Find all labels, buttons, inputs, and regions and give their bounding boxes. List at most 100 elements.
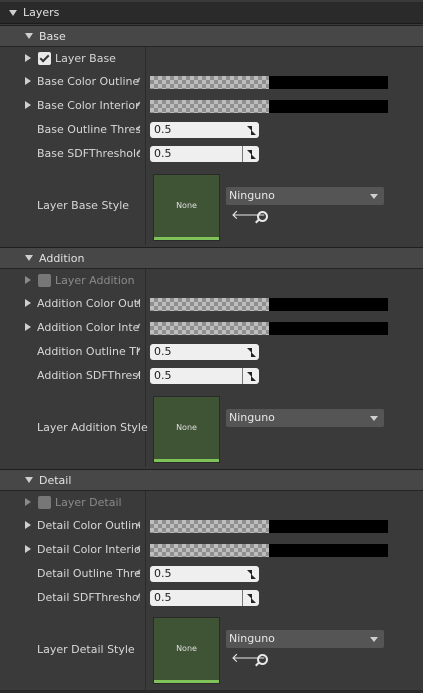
base-color-outline-row: Base Color Outline ⸙ xyxy=(0,70,423,94)
layers-title: Layers xyxy=(23,6,60,19)
expand-triangle-icon[interactable] xyxy=(25,323,31,331)
detail-outline-threshold-label: Detail Outline Threshold xyxy=(37,567,140,580)
reset-arrow-icon[interactable]: ⸙ xyxy=(135,544,144,555)
resize-arrow-icon xyxy=(246,569,256,579)
reset-arrow-icon[interactable]: ⸙ xyxy=(135,592,144,603)
detail-outline-threshold-row: Detail Outline Threshold ⸙ 0.5 xyxy=(0,562,423,586)
reset-arrow-icon[interactable]: ⸙ xyxy=(135,520,144,531)
reset-arrow-icon[interactable]: ⸙ xyxy=(135,124,144,135)
layer-base-checkbox[interactable] xyxy=(38,52,51,65)
chevron-down-icon xyxy=(370,194,378,199)
collapse-triangle-icon xyxy=(25,255,33,261)
left-arrow-icon[interactable]: 🡐 xyxy=(231,209,266,223)
addition-outline-threshold-row: Addition Outline Threshold ⸙ 0.5 xyxy=(0,340,423,364)
reset-arrow-icon[interactable]: ⸙ xyxy=(135,322,144,333)
search-icon[interactable] xyxy=(255,653,269,667)
chevron-down-icon xyxy=(370,637,378,642)
base-outline-threshold-input[interactable]: 0.5 xyxy=(150,122,259,138)
layer-base-style-label: Layer Base Style xyxy=(37,199,130,212)
layer-addition-label: Layer Addition xyxy=(55,274,135,287)
addition-outline-threshold-label: Addition Outline Threshold xyxy=(37,345,140,358)
resize-arrow-icon xyxy=(246,125,256,135)
detail-color-outline-label: Detail Color Outline xyxy=(37,519,140,532)
collapse-triangle-icon xyxy=(25,33,33,39)
layer-addition-row: Layer Addition xyxy=(0,269,423,293)
resize-arrow-icon xyxy=(246,371,256,381)
reset-arrow-icon[interactable]: ⸙ xyxy=(135,100,144,111)
expand-triangle-icon[interactable] xyxy=(25,101,31,109)
base-sdf-threshold-row: Base SDFThreshold ⸙ 0.5 xyxy=(0,142,423,166)
layer-addition-style-dropdown[interactable]: Ninguno xyxy=(226,409,384,427)
addition-color-interior-label: Addition Color Interior xyxy=(37,321,140,334)
layers-category-header[interactable]: Layers xyxy=(0,2,423,24)
expand-triangle-icon[interactable] xyxy=(25,77,31,85)
collapse-triangle-icon xyxy=(9,9,17,16)
addition-sdf-threshold-row: Addition SDFThreshold ⸙ 0.5 xyxy=(0,364,423,388)
detail-section-title: Detail xyxy=(39,473,72,487)
reset-arrow-icon[interactable]: ⸙ xyxy=(135,76,144,87)
layer-base-label: Layer Base xyxy=(55,52,116,65)
expand-triangle-icon[interactable] xyxy=(25,545,31,553)
base-color-interior-swatch[interactable] xyxy=(150,100,388,113)
addition-color-outline-swatch[interactable] xyxy=(150,298,388,311)
layer-detail-checkbox[interactable] xyxy=(38,496,51,509)
base-color-interior-label: Base Color Interior xyxy=(37,99,140,112)
base-outline-threshold-label: Base Outline Threshold xyxy=(37,123,140,136)
addition-sdf-threshold-label: Addition SDFThreshold xyxy=(37,369,140,382)
layer-addition-checkbox[interactable] xyxy=(38,274,51,287)
expand-triangle-icon[interactable] xyxy=(25,54,31,62)
addition-color-outline-row: Addition Color Outline ⸙ xyxy=(0,292,423,316)
layer-detail-row: Layer Detail xyxy=(0,491,423,515)
addition-section: Layer Addition Addition Color Outline ⸙ … xyxy=(0,269,423,467)
detail-color-interior-label: Detail Color Interior xyxy=(37,543,140,556)
layer-detail-style-label: Layer Detail Style xyxy=(37,643,135,656)
base-section-header[interactable]: Base xyxy=(0,25,423,47)
layer-addition-style-label: Layer Addition Style xyxy=(37,421,148,434)
layer-base-style-thumbnail[interactable]: None xyxy=(153,174,220,241)
reset-arrow-icon[interactable]: ⸙ xyxy=(135,148,144,159)
resize-arrow-icon xyxy=(246,347,256,357)
expand-triangle-icon[interactable] xyxy=(25,276,31,284)
addition-section-title: Addition xyxy=(39,251,85,265)
layer-detail-label: Layer Detail xyxy=(55,496,122,509)
reset-arrow-icon[interactable]: ⸙ xyxy=(135,370,144,381)
layer-base-style-dropdown[interactable]: Ninguno xyxy=(226,187,384,205)
base-color-outline-label: Base Color Outline xyxy=(37,75,140,88)
left-arrow-icon[interactable]: 🡐 xyxy=(231,652,266,666)
layer-detail-style-dropdown[interactable]: Ninguno xyxy=(226,630,384,648)
layer-base-row: Layer Base xyxy=(0,47,423,71)
expand-triangle-icon[interactable] xyxy=(25,521,31,529)
reset-arrow-icon[interactable]: ⸙ xyxy=(135,568,144,579)
detail-color-interior-swatch[interactable] xyxy=(150,544,388,557)
addition-color-interior-row: Addition Color Interior ⸙ xyxy=(0,316,423,340)
base-outline-threshold-row: Base Outline Threshold ⸙ 0.5 xyxy=(0,118,423,142)
detail-sdf-threshold-label: Detail SDFThreshold xyxy=(37,591,140,604)
addition-outline-threshold-input[interactable]: 0.5 xyxy=(150,344,259,360)
search-icon[interactable] xyxy=(255,210,269,224)
detail-sdf-threshold-input[interactable]: 0.5 xyxy=(150,590,259,606)
detail-color-outline-swatch[interactable] xyxy=(150,520,388,533)
base-color-interior-row: Base Color Interior ⸙ xyxy=(0,94,423,118)
base-sdf-threshold-label: Base SDFThreshold xyxy=(37,147,140,160)
base-color-outline-swatch[interactable] xyxy=(150,76,388,89)
detail-color-interior-row: Detail Color Interior ⸙ xyxy=(0,538,423,562)
base-section-title: Base xyxy=(39,29,66,43)
collapse-triangle-icon xyxy=(25,477,33,483)
detail-color-outline-row: Detail Color Outline ⸙ xyxy=(0,514,423,538)
reset-arrow-icon[interactable]: ⸙ xyxy=(135,298,144,309)
resize-arrow-icon xyxy=(246,593,256,603)
base-section: Layer Base Base Color Outline ⸙ Base Col… xyxy=(0,47,423,245)
addition-section-header[interactable]: Addition xyxy=(0,247,423,269)
addition-color-interior-swatch[interactable] xyxy=(150,322,388,335)
layer-addition-style-thumbnail[interactable]: None xyxy=(153,396,220,463)
addition-sdf-threshold-input[interactable]: 0.5 xyxy=(150,368,259,384)
base-sdf-threshold-input[interactable]: 0.5 xyxy=(150,146,259,162)
layer-detail-style-thumbnail[interactable]: None xyxy=(153,617,220,684)
expand-triangle-icon[interactable] xyxy=(25,299,31,307)
detail-outline-threshold-input[interactable]: 0.5 xyxy=(150,566,259,582)
detail-section-header[interactable]: Detail xyxy=(0,469,423,491)
expand-triangle-icon[interactable] xyxy=(25,498,31,506)
addition-color-outline-label: Addition Color Outline xyxy=(37,297,140,310)
resize-arrow-icon xyxy=(246,149,256,159)
reset-arrow-icon[interactable]: ⸙ xyxy=(135,346,144,357)
